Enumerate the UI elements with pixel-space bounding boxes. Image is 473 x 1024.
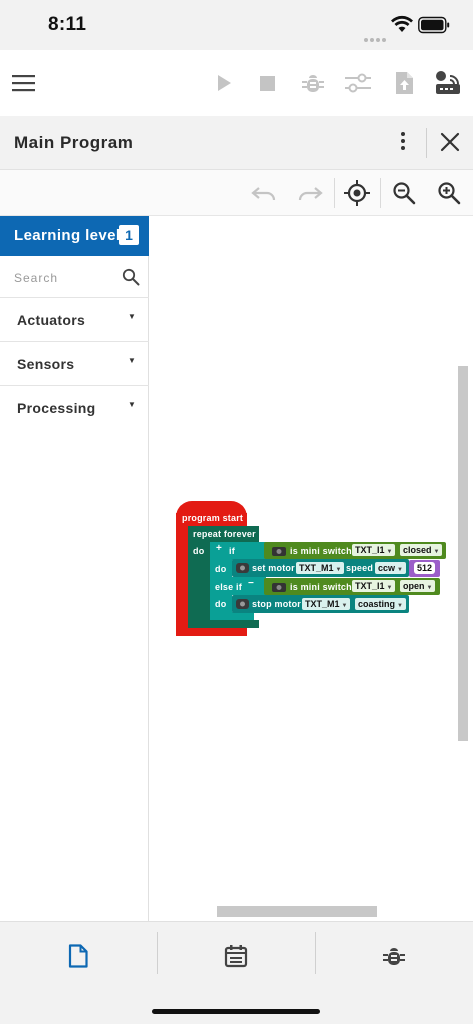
upload-file-icon[interactable] bbox=[390, 69, 418, 97]
close-icon[interactable] bbox=[438, 130, 462, 154]
workspace-toolbar bbox=[0, 170, 473, 216]
play-icon[interactable] bbox=[210, 69, 238, 97]
sensor-icon bbox=[272, 547, 286, 556]
search-icon[interactable] bbox=[122, 268, 140, 286]
set-motor-label: set motor bbox=[252, 563, 295, 573]
caret-down-icon: ▼ bbox=[128, 356, 136, 365]
remove-branch-icon[interactable]: − bbox=[248, 578, 254, 589]
category-processing[interactable]: Processing ▼ bbox=[0, 386, 149, 430]
nav-divider bbox=[157, 932, 158, 974]
horizontal-scrollbar[interactable] bbox=[217, 906, 377, 917]
repeat-forever-label: repeat forever bbox=[193, 529, 256, 539]
if-label: if bbox=[229, 546, 235, 556]
more-options-icon[interactable] bbox=[392, 130, 414, 156]
main-toolbar bbox=[0, 50, 473, 116]
ws-divider bbox=[334, 178, 335, 208]
calendar-icon[interactable] bbox=[222, 942, 250, 970]
battery-icon bbox=[418, 16, 450, 34]
condition-label: is mini switch bbox=[290, 582, 352, 592]
category-label: Processing bbox=[17, 400, 96, 416]
status-bar: 8:11 bbox=[0, 0, 473, 50]
stop-motor-label: stop motor bbox=[252, 599, 301, 609]
learning-level-selector[interactable]: Learning level 1 bbox=[0, 216, 149, 256]
sliders-icon[interactable] bbox=[344, 69, 372, 97]
program-start-label: program start bbox=[182, 513, 244, 523]
wifi-icon bbox=[391, 15, 413, 32]
state-dropdown[interactable]: open ▼ bbox=[400, 580, 436, 592]
sensor-icon bbox=[272, 583, 286, 592]
program-header: Main Program bbox=[0, 116, 473, 170]
controller-wifi-icon[interactable] bbox=[434, 69, 462, 97]
caret-down-icon: ▼ bbox=[128, 400, 136, 409]
page-title: Main Program bbox=[14, 133, 134, 152]
category-actuators[interactable]: Actuators ▼ bbox=[0, 298, 149, 342]
zoom-out-icon[interactable] bbox=[391, 180, 417, 206]
palette-search bbox=[0, 256, 149, 298]
nav-divider bbox=[315, 932, 316, 974]
cellular-signal-icon bbox=[364, 29, 388, 42]
if-do-label: do bbox=[215, 564, 227, 574]
category-label: Actuators bbox=[17, 312, 86, 328]
repeat-do-label: do bbox=[193, 546, 205, 556]
search-input[interactable] bbox=[14, 268, 114, 288]
center-target-icon[interactable] bbox=[344, 180, 370, 206]
condition-label: is mini switch bbox=[290, 546, 352, 556]
undo-icon[interactable] bbox=[251, 180, 277, 206]
port-dropdown[interactable]: TXT_I1 ▼ bbox=[352, 580, 396, 592]
speed-label: speed bbox=[346, 563, 374, 573]
add-branch-icon[interactable]: + bbox=[216, 543, 222, 554]
learning-level-label: Learning level bbox=[14, 227, 121, 244]
learning-level-badge: 1 bbox=[119, 225, 139, 245]
document-icon[interactable] bbox=[64, 942, 92, 970]
category-label: Sensors bbox=[17, 356, 75, 372]
status-time: 8:11 bbox=[48, 14, 87, 35]
caret-down-icon: ▼ bbox=[128, 312, 136, 321]
bottom-navigation bbox=[0, 921, 473, 1024]
stop-mode-dropdown[interactable]: coasting ▼ bbox=[355, 598, 406, 610]
block-palette: Learning level 1 Actuators ▼ Sensors ▼ P… bbox=[0, 216, 149, 921]
bug-icon[interactable] bbox=[380, 942, 408, 970]
header-divider bbox=[426, 128, 427, 158]
state-dropdown[interactable]: closed ▼ bbox=[400, 544, 443, 556]
menu-icon[interactable] bbox=[10, 69, 38, 97]
vertical-scrollbar[interactable] bbox=[458, 366, 468, 741]
motor-icon bbox=[236, 563, 249, 573]
speed-value-input[interactable]: 512 bbox=[414, 562, 436, 574]
bug-icon[interactable] bbox=[299, 69, 327, 97]
home-indicator bbox=[152, 1009, 320, 1014]
motor-port-dropdown[interactable]: TXT_M1 ▼ bbox=[302, 598, 351, 610]
stop-icon[interactable] bbox=[253, 69, 281, 97]
port-dropdown[interactable]: TXT_I1 ▼ bbox=[352, 544, 396, 556]
category-sensors[interactable]: Sensors ▼ bbox=[0, 342, 149, 386]
redo-icon[interactable] bbox=[297, 180, 323, 206]
else-do-label: do bbox=[215, 599, 227, 609]
zoom-in-icon[interactable] bbox=[436, 180, 462, 206]
motor-icon bbox=[236, 599, 249, 609]
direction-dropdown[interactable]: ccw ▼ bbox=[375, 562, 406, 574]
else-if-label: else if bbox=[215, 582, 242, 592]
ws-divider bbox=[380, 178, 381, 208]
motor-port-dropdown[interactable]: TXT_M1 ▼ bbox=[296, 562, 345, 574]
